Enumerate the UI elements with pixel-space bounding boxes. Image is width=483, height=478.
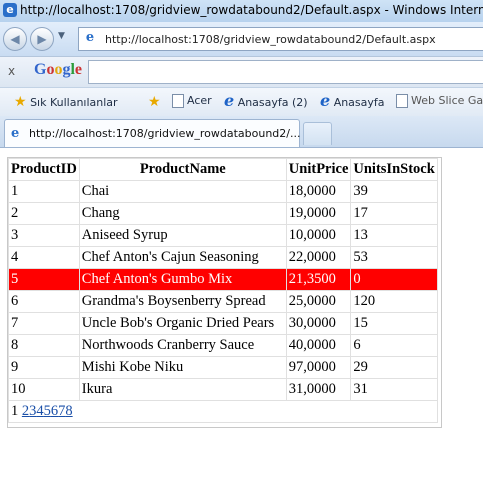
table-row: 9 Mishi Kobe Niku 97,0000 29 xyxy=(8,356,438,379)
favorites-label: Sık Kullanılanlar xyxy=(30,96,118,109)
window-title: http://localhost:1708/gridview_rowdatabo… xyxy=(20,3,483,17)
table-row: 1 Chai 18,0000 39 xyxy=(8,180,438,203)
forward-button[interactable]: ▶ xyxy=(30,27,54,51)
pager-link-4[interactable]: 4 xyxy=(36,403,43,419)
favorite-anasayfa[interactable]: e Anasayfa xyxy=(320,91,385,110)
pager-current-page: 1 xyxy=(11,403,19,419)
ie-icon: e xyxy=(224,91,235,110)
table-row: 8 Northwoods Cranberry Sauce 40,0000 6 xyxy=(8,334,438,357)
header-productid: ProductID xyxy=(8,158,80,181)
header-productname: ProductName xyxy=(78,158,287,181)
ie-page-icon xyxy=(172,94,184,108)
favorite-acer[interactable]: Acer xyxy=(172,94,212,108)
star-icon: ★ xyxy=(14,94,27,110)
table-row-highlighted: 5 Chef Anton's Gumbo Mix 21,3500 0 xyxy=(8,268,438,291)
favorites-bar: ★ Sık Kullanılanlar ★ Acer e Anasayfa (2… xyxy=(0,87,483,116)
tab-active[interactable]: e http://localhost:1708/gridview_rowdata… xyxy=(4,119,300,147)
header-unitsinstock: UnitsInStock xyxy=(350,158,438,181)
tab-label: http://localhost:1708/gridview_rowdatabo… xyxy=(29,127,301,140)
ie-app-icon: e xyxy=(3,3,17,17)
products-grid: ProductID ProductName UnitPrice UnitsInS… xyxy=(8,158,438,423)
table-row: 6 Grandma's Boysenberry Spread 25,0000 120 xyxy=(8,290,438,313)
google-search-input[interactable] xyxy=(88,60,483,84)
favorites-button[interactable]: ★ Sık Kullanılanlar xyxy=(14,94,118,110)
pager: 1 2345678 xyxy=(8,400,438,423)
tab-strip: e http://localhost:1708/gridview_rowdata… xyxy=(0,116,483,148)
ie-icon: e xyxy=(320,91,331,110)
address-bar[interactable]: e xyxy=(78,27,483,51)
table-row: 3 Aniseed Syrup 10,0000 13 xyxy=(8,224,438,247)
pager-link-5[interactable]: 5 xyxy=(44,403,51,419)
pager-link-8[interactable]: 8 xyxy=(65,403,72,419)
google-logo: Google xyxy=(34,61,83,78)
navigation-bar: ◀ ▶ ▼ e xyxy=(0,22,483,56)
back-button[interactable]: ◀ xyxy=(3,27,27,51)
close-toolbar-button[interactable]: x xyxy=(8,64,15,78)
history-dropdown-icon[interactable]: ▼ xyxy=(58,31,65,41)
ie-page-icon: e xyxy=(11,126,20,141)
favorite-anasayfa-2[interactable]: e Anasayfa (2) xyxy=(224,91,308,110)
add-favorite-icon[interactable]: ★ xyxy=(148,94,161,110)
header-unitprice: UnitPrice xyxy=(285,158,352,181)
table-row: 4 Chef Anton's Cajun Seasoning 22,0000 53 xyxy=(8,246,438,269)
table-row: 10 Ikura 31,0000 31 xyxy=(8,378,438,401)
page-icon xyxy=(396,94,408,108)
address-input[interactable] xyxy=(103,30,483,48)
table-row: 2 Chang 19,0000 17 xyxy=(8,202,438,225)
grid-pager-row: 1 2345678 xyxy=(8,400,438,423)
favorite-web-slice-gallery[interactable]: Web Slice Gal xyxy=(396,94,483,108)
title-bar: e http://localhost:1708/gridview_rowdata… xyxy=(0,0,483,22)
google-toolbar: x Google xyxy=(0,56,483,87)
ie-page-icon: e xyxy=(85,30,95,45)
table-row: 7 Uncle Bob's Organic Dried Pears 30,0000 1… xyxy=(8,312,438,335)
new-tab-button[interactable] xyxy=(303,122,332,145)
grid-header-row: ProductID ProductName UnitPrice UnitsInS… xyxy=(8,158,438,181)
